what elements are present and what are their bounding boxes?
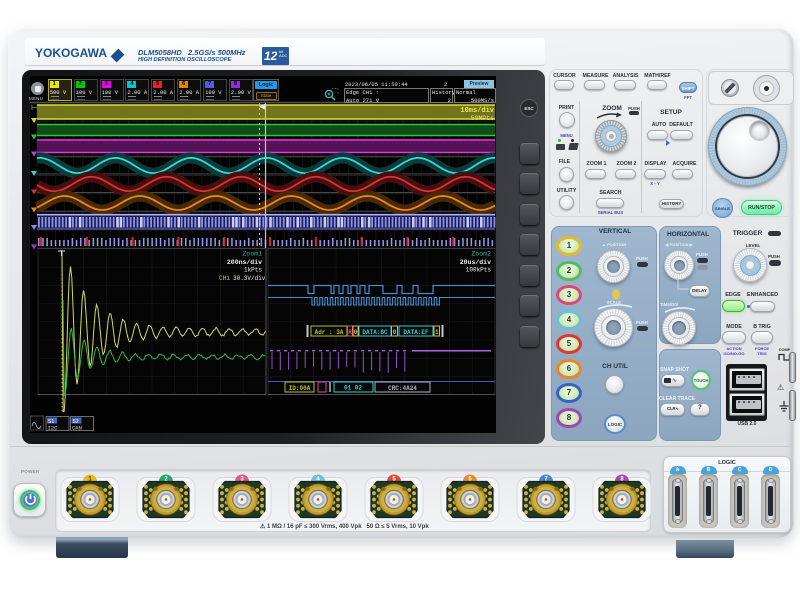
svg-text:DATA:EF: DATA:EF	[403, 329, 429, 336]
svg-text:CH1: CH1	[219, 275, 230, 282]
svg-text:⊢: ⊢	[31, 103, 38, 113]
svg-text:10ms/div: 10ms/div	[460, 107, 494, 115]
svg-text:Zoom1: Zoom1	[242, 251, 262, 258]
svg-text:Zoom2: Zoom2	[471, 251, 491, 258]
svg-text:20us/div: 20us/div	[460, 259, 491, 266]
svg-text:100kPts: 100kPts	[466, 267, 492, 274]
svg-text:200ns/div: 200ns/div	[227, 259, 262, 266]
svg-text:CAN: CAN	[72, 425, 82, 432]
svg-text:01 02: 01 02	[344, 385, 362, 392]
svg-text:0: 0	[393, 329, 397, 336]
svg-text:1kPts: 1kPts	[244, 267, 262, 274]
svg-text:ID:00A: ID:00A	[289, 385, 311, 392]
svg-text:DATA:BC: DATA:BC	[362, 329, 388, 336]
svg-text:CRC:4A24: CRC:4A24	[388, 385, 417, 392]
svg-text:1: 1	[435, 329, 439, 336]
svg-text:30.3V/div: 30.3V/div	[233, 275, 266, 282]
svg-text:I2C: I2C	[48, 425, 59, 432]
svg-text:R: R	[348, 329, 352, 336]
svg-text:50MPts: 50MPts	[471, 115, 495, 122]
svg-text:Adr : 3A: Adr : 3A	[315, 329, 344, 336]
svg-text:0: 0	[354, 329, 358, 336]
